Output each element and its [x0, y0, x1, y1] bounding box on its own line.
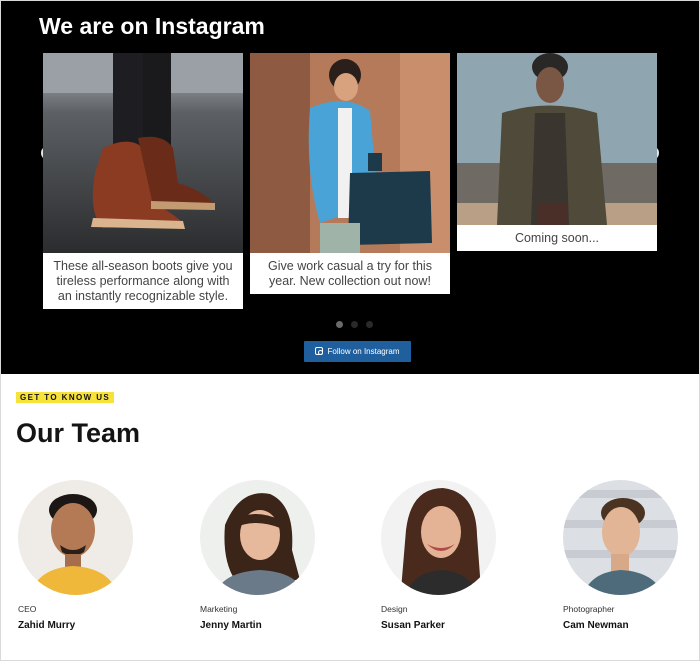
pagination-dot[interactable]	[351, 321, 358, 328]
instagram-icon	[315, 347, 324, 355]
member-name: Cam Newman	[563, 620, 629, 631]
follow-button-label: Follow on Instagram	[327, 347, 400, 356]
instagram-feed-section: We are on Instagram ‹ › These all-s	[1, 1, 699, 374]
avatar	[18, 480, 133, 595]
member-role: Design	[381, 604, 408, 614]
post-image-boots	[43, 53, 243, 253]
follow-on-instagram-button[interactable]: Follow on Instagram	[304, 341, 411, 362]
post-image-coat	[457, 53, 657, 225]
pagination-dot[interactable]	[366, 321, 373, 328]
member-role: Photographer	[563, 604, 615, 614]
section-eyebrow: GET TO KNOW US	[16, 392, 115, 403]
post-image-blue-jacket	[250, 53, 450, 253]
member-role: CEO	[18, 604, 37, 614]
instagram-post[interactable]: These all-season boots give you tireless…	[43, 53, 243, 309]
team-member-card: CEO Zahid Murry	[18, 480, 158, 631]
avatar	[563, 480, 678, 595]
post-caption: Give work casual a try for this year. Ne…	[268, 259, 432, 288]
member-name: Zahid Murry	[18, 620, 76, 631]
member-role: Marketing	[200, 604, 238, 614]
carousel-pagination	[336, 321, 373, 328]
team-member-card: Marketing Jenny Martin	[200, 480, 340, 631]
team-member-card: Photographer Cam Newman	[563, 480, 700, 631]
team-member-card: Design Susan Parker	[381, 480, 521, 631]
post-caption: Coming soon...	[514, 231, 600, 245]
instagram-post[interactable]: Give work casual a try for this year. Ne…	[250, 53, 450, 294]
avatar	[381, 480, 496, 595]
avatar	[200, 480, 315, 595]
member-name: Jenny Martin	[200, 620, 262, 631]
post-caption: These all-season boots give you tireless…	[53, 259, 233, 303]
pagination-dot[interactable]	[336, 321, 343, 328]
member-name: Susan Parker	[381, 620, 445, 631]
team-title: Our Team	[16, 418, 141, 448]
instagram-post[interactable]: Coming soon...	[457, 53, 657, 251]
instagram-title: We are on Instagram	[39, 13, 265, 39]
